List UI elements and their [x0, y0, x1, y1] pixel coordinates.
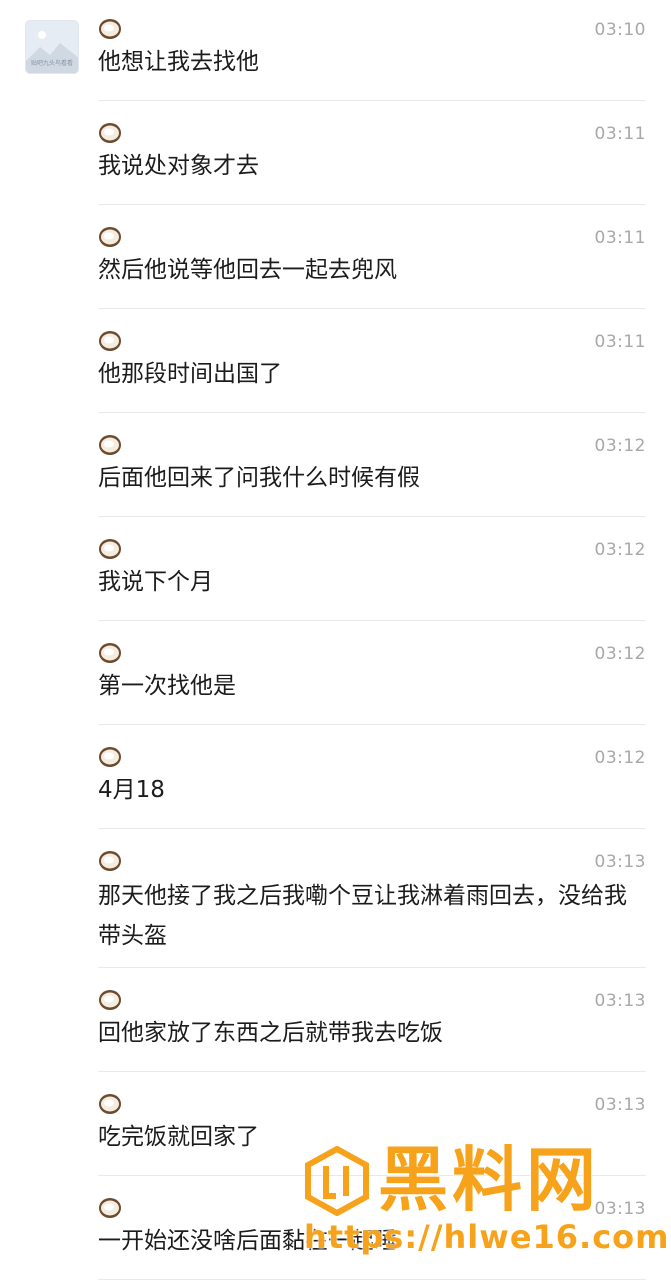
coconut-icon: [99, 19, 121, 39]
message-text: 4月18: [98, 777, 165, 803]
message-time: 03:11: [594, 124, 646, 144]
message-time: 03:11: [594, 332, 646, 352]
message-text: 那天他接了我之后我嘞个豆让我淋着雨回去，没给我带头盔: [98, 883, 627, 949]
message-time: 03:12: [594, 748, 646, 768]
message-item[interactable]: 03:12 4月18: [98, 728, 646, 829]
coconut-icon: [99, 851, 121, 871]
message-text: 他那段时间出国了: [98, 361, 282, 387]
message-time: 03:13: [594, 852, 646, 872]
message-item[interactable]: 03:11 我说处对象才去: [98, 104, 646, 205]
message-time: 03:13: [594, 1095, 646, 1115]
message-item[interactable]: 03:11 他那段时间出国了: [98, 312, 646, 413]
coconut-icon: [99, 539, 121, 559]
coconut-icon: [99, 643, 121, 663]
coconut-icon: [99, 435, 121, 455]
coconut-icon: [99, 227, 121, 247]
coconut-icon: [99, 990, 121, 1010]
message-time: 03:11: [594, 228, 646, 248]
message-time: 03:12: [594, 436, 646, 456]
message-item[interactable]: 03:10 他想让我去找他: [98, 0, 646, 101]
message-item[interactable]: 03:12 第一次找他是: [98, 624, 646, 725]
message-time: 03:13: [594, 1199, 646, 1219]
message-item[interactable]: 03:13 一开始还没啥后面黏在一起睡: [98, 1179, 646, 1280]
message-time: 03:10: [594, 20, 646, 40]
coconut-icon: [99, 331, 121, 351]
message-item[interactable]: 03:12 我说下个月: [98, 520, 646, 621]
message-item[interactable]: 03:13 那天他接了我之后我嘞个豆让我淋着雨回去，没给我带头盔: [98, 832, 646, 968]
coconut-icon: [99, 1198, 121, 1218]
coconut-icon: [99, 1094, 121, 1114]
message-time: 03:13: [594, 991, 646, 1011]
message-time: 03:12: [594, 644, 646, 664]
message-text: 然后他说等他回去一起去兜风: [98, 257, 397, 283]
message-text: 一开始还没啥后面黏在一起睡: [98, 1228, 397, 1254]
message-text: 我说处对象才去: [98, 153, 259, 179]
message-item[interactable]: 03:13 吃完饭就回家了: [98, 1075, 646, 1176]
message-time: 03:12: [594, 540, 646, 560]
message-text: 回他家放了东西之后就带我去吃饭: [98, 1020, 443, 1046]
coconut-icon: [99, 123, 121, 143]
message-text: 我说下个月: [98, 569, 213, 595]
message-item[interactable]: 03:13 回他家放了东西之后就带我去吃饭: [98, 971, 646, 1072]
message-text: 吃完饭就回家了: [98, 1124, 259, 1150]
message-item[interactable]: 03:12 后面他回来了问我什么时候有假: [98, 416, 646, 517]
avatar[interactable]: 贴吧九头鸟看看: [25, 20, 79, 74]
message-text: 第一次找他是: [98, 673, 236, 699]
message-item[interactable]: 03:11 然后他说等他回去一起去兜风: [98, 208, 646, 309]
message-text: 后面他回来了问我什么时候有假: [98, 465, 420, 491]
coconut-icon: [99, 747, 121, 767]
avatar-caption: 贴吧九头鸟看看: [30, 60, 73, 67]
message-text: 他想让我去找他: [98, 49, 259, 75]
